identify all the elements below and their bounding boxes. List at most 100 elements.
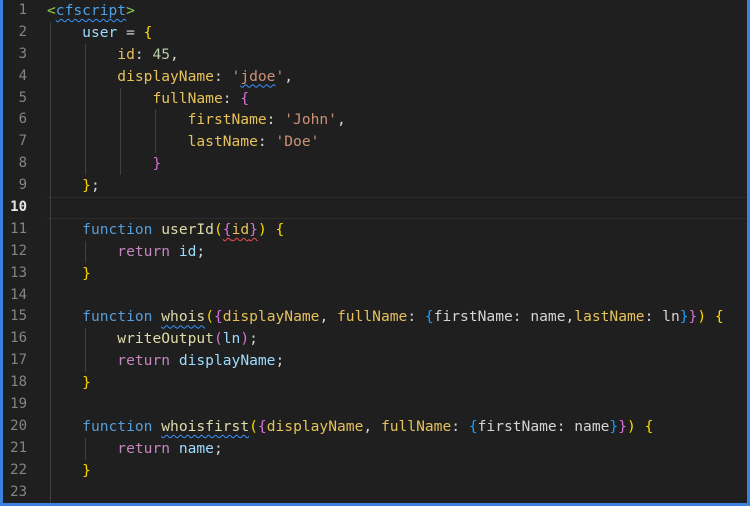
code-line[interactable]: } <box>47 262 747 285</box>
code-line[interactable]: function userId({id}) { <box>47 218 747 241</box>
code-token-p: ; <box>196 242 206 260</box>
line-number: 18 <box>10 374 27 391</box>
code-token-p: : <box>257 133 276 151</box>
line-number: 4 <box>18 67 27 84</box>
code-line[interactable] <box>47 284 747 307</box>
code-token-var: displayName <box>178 352 276 370</box>
indent-guide <box>50 43 51 66</box>
code-token-prop: displayName <box>222 308 320 326</box>
indent-guide <box>50 437 51 460</box>
code-token-str: ' <box>275 67 285 85</box>
indent-guide <box>50 218 51 241</box>
code-token-b1: } <box>82 177 91 195</box>
code-line[interactable]: fullName: { <box>47 87 747 110</box>
code-line[interactable] <box>47 481 747 503</box>
code-token-str: 'John' <box>284 111 337 129</box>
code-token-kw: function <box>82 417 153 435</box>
code-line[interactable]: } <box>47 153 747 176</box>
code-token-b2: } <box>152 155 162 173</box>
indent-guide <box>50 262 51 285</box>
indent-guide <box>50 240 51 263</box>
indent-guide <box>50 197 51 219</box>
code-line[interactable]: lastName: 'Doe' <box>47 131 747 154</box>
code-token-tagp: > <box>126 2 135 19</box>
line-number: 20 <box>10 417 27 434</box>
indent-guide <box>50 87 51 110</box>
code-line[interactable]: } <box>47 459 747 482</box>
code-token-b1: } <box>82 264 91 282</box>
code-token-ret: return <box>117 242 171 260</box>
code-token-b3: } <box>609 417 619 435</box>
code-token-prop: lastName <box>187 133 258 151</box>
code-token-p: , <box>363 417 381 435</box>
code-token-plain: firstName: name <box>477 417 610 435</box>
code-line[interactable]: function whois({displayName, fullName: {… <box>47 306 747 329</box>
code-token-prop: displayName <box>266 417 364 435</box>
code-token-b1: ( <box>249 417 258 435</box>
line-number: 21 <box>10 439 27 456</box>
indent-guide <box>50 415 51 438</box>
code-token-b3: { <box>468 417 478 435</box>
code-token-b1: } <box>82 461 91 479</box>
code-line[interactable] <box>47 394 747 416</box>
code-editor[interactable]: 1 2 3 4 5 6 7 8 9 10 11 12 13 14 15 16 17 18 19 20 21 22 23 <c… <box>3 0 747 503</box>
indent-guide <box>85 65 87 88</box>
code-token-b2: { <box>240 89 250 107</box>
code-token-var: id <box>178 242 197 260</box>
code-token-p: ; <box>90 177 100 195</box>
code-token-fn: whoisfirst <box>161 417 250 435</box>
indent-guide <box>120 87 122 110</box>
code-line[interactable]: }; <box>47 175 747 198</box>
code-token-b2: } <box>618 417 628 435</box>
code-line[interactable]: id: 45, <box>47 43 747 66</box>
line-number: 1 <box>18 2 27 18</box>
code-line[interactable]: return displayName; <box>47 350 747 373</box>
line-number: 16 <box>10 330 27 347</box>
line-number: 22 <box>10 461 27 478</box>
code-line[interactable] <box>47 197 747 219</box>
line-number: 14 <box>10 286 27 303</box>
code-line[interactable]: displayName: 'jdoe', <box>47 65 747 88</box>
code-token-prop: id <box>231 220 250 238</box>
code-token-p: : <box>266 111 285 129</box>
code-token-str: 'Doe' <box>275 133 320 151</box>
code-line[interactable]: firstName: 'John', <box>47 109 747 132</box>
code-token-var: ln <box>222 330 241 348</box>
code-line[interactable]: <cfscript> <box>47 0 747 22</box>
code-line[interactable]: return name; <box>47 437 747 460</box>
code-token-ret: return <box>117 439 171 457</box>
code-line[interactable]: writeOutput(ln); <box>47 328 747 351</box>
indent-guide <box>120 153 122 176</box>
code-token-b1: ( <box>213 220 223 238</box>
indent-guide <box>50 306 51 329</box>
indent-guide <box>155 131 157 154</box>
code-line[interactable]: } <box>47 372 747 395</box>
indent-guide <box>50 153 51 176</box>
code-token-b1: } <box>82 374 91 392</box>
indent-guide <box>50 65 51 88</box>
code-token-str: ' <box>231 67 241 85</box>
code-token-p: : <box>134 45 153 63</box>
indent-guide <box>50 284 51 307</box>
code-token-prop: id <box>117 45 135 63</box>
code-line[interactable]: user = { <box>47 21 747 44</box>
code-token-b2: { <box>257 417 267 435</box>
code-line[interactable]: return id; <box>47 240 747 263</box>
code-area[interactable]: <cfscript> user = { id: 45, displayName:… <box>47 0 747 503</box>
code-line[interactable]: function whoisfirst({displayName, fullNa… <box>47 415 747 438</box>
code-token-p: , <box>319 308 338 326</box>
